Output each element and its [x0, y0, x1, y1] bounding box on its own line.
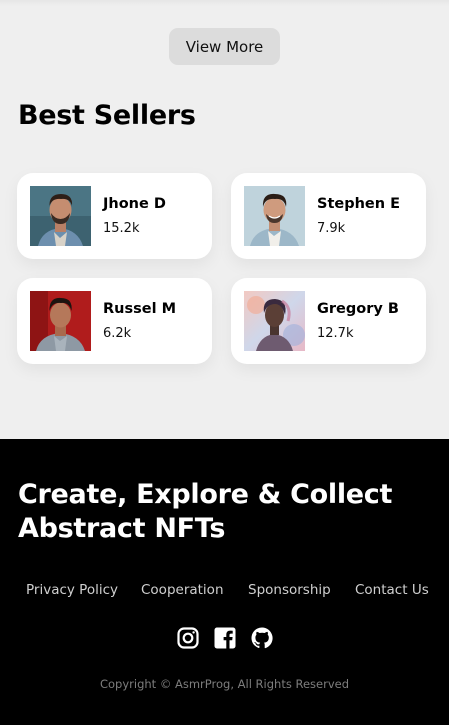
seller-avatar: [244, 291, 305, 351]
seller-count: 15.2k: [103, 221, 140, 236]
github-icon[interactable]: [250, 626, 274, 650]
seller-name: Jhone D: [103, 196, 166, 212]
seller-card[interactable]: Gregory B 12.7k: [231, 278, 426, 364]
instagram-icon[interactable]: [176, 626, 200, 650]
seller-card[interactable]: Jhone D 15.2k: [17, 173, 212, 259]
cooperation-link[interactable]: Cooperation: [141, 582, 224, 598]
seller-name: Stephen E: [317, 196, 401, 212]
privacy-policy-link[interactable]: Privacy Policy: [26, 582, 118, 598]
seller-avatar: [30, 186, 91, 246]
facebook-icon[interactable]: [213, 626, 237, 650]
view-more-button[interactable]: View More: [169, 28, 280, 65]
seller-name: Gregory B: [317, 301, 399, 317]
previous-section-edge: [0, 0, 449, 6]
footer-headline: Create, Explore & Collect Abstract NFTs: [18, 478, 438, 546]
footer-headline-line: Abstract NFTs: [18, 513, 226, 544]
seller-avatar: [244, 186, 305, 246]
seller-name: Russel M: [103, 301, 177, 317]
seller-count: 12.7k: [317, 326, 354, 341]
seller-count: 6.2k: [103, 326, 132, 341]
seller-count: 7.9k: [317, 221, 346, 236]
sponsorship-link[interactable]: Sponsorship: [248, 582, 331, 598]
copyright-text: Copyright © AsmrProg, All Rights Reserve…: [99, 677, 349, 691]
footer-headline-line: Create, Explore & Collect: [18, 479, 393, 510]
seller-avatar: [30, 291, 91, 351]
site-footer: Create, Explore & Collect Abstract NFTs …: [0, 439, 449, 725]
contact-us-link[interactable]: Contact Us: [355, 582, 429, 598]
seller-card[interactable]: Russel M 6.2k: [17, 278, 212, 364]
best-sellers-title: Best Sellers: [18, 100, 196, 131]
seller-card[interactable]: Stephen E 7.9k: [231, 173, 426, 259]
